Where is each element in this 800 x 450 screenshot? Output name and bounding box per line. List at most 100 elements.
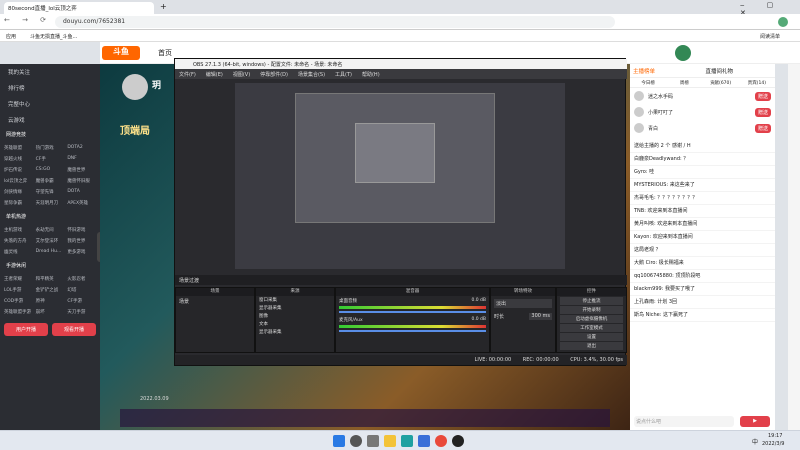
rank-gift-button[interactable]: 赠送 — [754, 123, 771, 133]
rank-gift-button[interactable]: 赠送 — [754, 91, 771, 101]
duration-input[interactable]: 300 ms — [529, 313, 552, 320]
edge-icon[interactable] — [401, 435, 413, 447]
file-explorer-icon[interactable] — [384, 435, 396, 447]
control-button[interactable]: 停止推流 — [560, 297, 623, 305]
category-link[interactable]: APEX英雄 — [67, 200, 96, 206]
live-button[interactable]: 观看开播 — [52, 323, 96, 336]
category-link[interactable]: 炉石传说 — [4, 167, 33, 173]
category-link[interactable]: lol云顶之弈 — [4, 178, 33, 184]
category-link[interactable]: 英雄联盟手游 — [4, 309, 33, 315]
category-link[interactable]: LOL手游 — [4, 287, 33, 293]
transition-select[interactable]: 淡出 — [494, 299, 552, 308]
nav-follow[interactable]: 我的关注 — [0, 64, 100, 80]
streamer-avatar[interactable] — [122, 74, 148, 100]
record-button[interactable]: 用户开播 — [4, 323, 48, 336]
volume-slider[interactable] — [339, 330, 486, 332]
send-button[interactable]: ▶ — [740, 416, 770, 427]
category-link[interactable]: CS:GO — [36, 167, 65, 173]
user-avatar[interactable] — [675, 45, 691, 61]
nav-cloud[interactable]: 云游戏 — [0, 112, 100, 128]
windows-start-icon[interactable] — [333, 435, 345, 447]
control-button[interactable]: 工作室模式 — [560, 324, 623, 332]
category-link[interactable]: 幽灵线 — [4, 249, 33, 255]
category-link[interactable]: 魔兽世界 — [67, 167, 96, 173]
category-link[interactable]: Dread Hu... — [36, 249, 65, 255]
category-link[interactable]: 天涯明月刀 — [36, 200, 65, 206]
chat-input[interactable]: 说点什么吧 — [634, 416, 734, 427]
obs-menu-item[interactable]: 场景集合(S) — [298, 72, 325, 78]
obs-menu-item[interactable]: 停靠部件(D) — [260, 72, 288, 78]
chat-subtab[interactable]: 今日榜 — [630, 78, 666, 87]
chat-subtab[interactable]: 周榜 — [666, 78, 702, 87]
category-link[interactable]: 和平精英 — [36, 276, 65, 282]
category-link[interactable]: 穿越火线 — [4, 156, 33, 162]
obs-preview[interactable] — [235, 83, 565, 269]
store-icon[interactable] — [418, 435, 430, 447]
nav-buttons[interactable]: ← → ⟳ — [4, 16, 51, 24]
category-link[interactable]: 我的世界 — [67, 238, 96, 244]
chrome-icon[interactable] — [435, 435, 447, 447]
control-button[interactable]: 启动虚拟摄像机 — [560, 315, 623, 323]
obs-menu-item[interactable]: 工具(T) — [335, 72, 352, 78]
category-link[interactable]: DNF — [67, 156, 96, 162]
category-link[interactable]: 魔兽怀旧服 — [67, 178, 96, 184]
category-link[interactable]: 永劫无间 — [36, 227, 65, 233]
source-item[interactable]: 图像 — [256, 312, 334, 320]
category-link[interactable]: CF手 — [36, 156, 65, 162]
obs-menu-item[interactable]: 视图(V) — [233, 72, 250, 78]
douyu-logo[interactable]: 斗鱼 — [102, 46, 140, 60]
obs-menu-item[interactable]: 帮助(H) — [362, 72, 380, 78]
scene-item[interactable]: 场景 — [176, 296, 254, 307]
tab-anchor-rank[interactable]: 主播榜单 — [630, 64, 703, 77]
search-icon[interactable] — [350, 435, 362, 447]
chat-subtab[interactable]: 贡献(670) — [703, 78, 739, 87]
category-link[interactable]: 金铲铲之战 — [36, 287, 65, 293]
category-link[interactable]: 魔兽争霸 — [36, 178, 65, 184]
new-tab-button[interactable]: + — [160, 2, 167, 11]
reading-list[interactable]: 阅读清单 — [760, 33, 780, 40]
obs-icon[interactable] — [452, 435, 464, 447]
bookmark-apps[interactable]: 应用 — [6, 33, 16, 40]
category-link[interactable]: COD手游 — [4, 298, 33, 304]
browser-tab[interactable]: 80second直播_lol云顶之弈 — [4, 2, 154, 14]
profile-icon[interactable] — [778, 17, 788, 27]
category-link[interactable]: 更多游戏 — [67, 249, 96, 255]
url-input[interactable]: douyu.com/7652381 — [55, 16, 615, 28]
category-link[interactable]: 幻塔 — [67, 287, 96, 293]
category-link[interactable]: 剑侠情缘 — [4, 189, 33, 195]
category-link[interactable]: CF手游 — [67, 298, 96, 304]
category-link[interactable]: 艾尔登法环 — [36, 238, 65, 244]
category-link[interactable]: 王者荣耀 — [4, 276, 33, 282]
obs-menu-item[interactable]: 文件(F) — [179, 72, 196, 78]
category-link[interactable]: 天刀手游 — [67, 309, 96, 315]
input-lang[interactable]: 中 — [752, 437, 758, 446]
source-item[interactable]: 显示器采集 — [256, 328, 334, 336]
category-link[interactable]: 崩坏 — [36, 309, 65, 315]
category-link[interactable]: 热门游戏 — [36, 145, 65, 151]
source-item[interactable]: 显示器采集 — [256, 304, 334, 312]
chat-subtab[interactable]: 贵宾(14) — [739, 78, 775, 87]
nav-rank[interactable]: 排行榜 — [0, 80, 100, 96]
control-button[interactable]: 退出 — [560, 342, 623, 350]
nav-home[interactable]: 首页 — [158, 48, 172, 58]
bookmark-douyu[interactable]: 斗鱼无损直播_斗鱼... — [30, 33, 77, 40]
category-link[interactable]: 失落的方舟 — [4, 238, 33, 244]
clock-date[interactable]: 2022/3/9 — [762, 441, 784, 447]
category-link[interactable]: 英雄联盟 — [4, 145, 33, 151]
clock-time[interactable]: 19:17 — [768, 433, 782, 439]
category-link[interactable]: DOTA — [67, 189, 96, 195]
task-view-icon[interactable] — [367, 435, 379, 447]
category-link[interactable]: DOTA2 — [67, 145, 96, 151]
category-link[interactable]: 守望先锋 — [36, 189, 65, 195]
category-link[interactable]: 怀旧游戏 — [67, 227, 96, 233]
category-link[interactable]: 原神 — [36, 298, 65, 304]
rank-avatar[interactable] — [634, 123, 644, 133]
source-item[interactable]: 窗口采集 — [256, 296, 334, 304]
volume-slider[interactable] — [339, 311, 486, 313]
control-button[interactable]: 开始录制 — [560, 306, 623, 314]
rank-avatar[interactable] — [634, 107, 644, 117]
source-item[interactable]: 文本 — [256, 320, 334, 328]
page-scrollbar[interactable] — [788, 64, 800, 430]
obs-menu-item[interactable]: 编辑(E) — [206, 72, 223, 78]
nav-center[interactable]: 完整中心 — [0, 96, 100, 112]
